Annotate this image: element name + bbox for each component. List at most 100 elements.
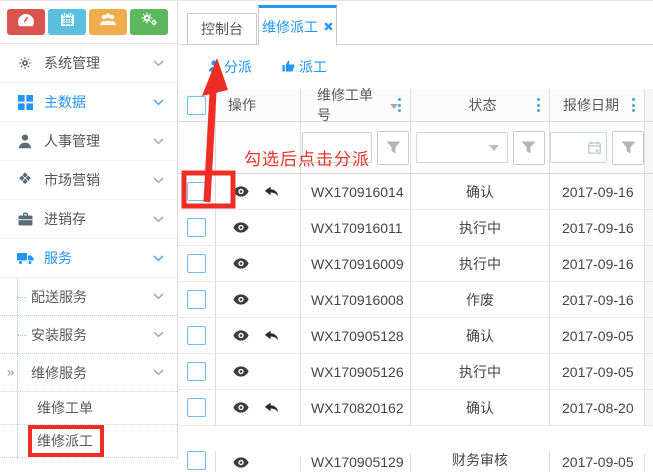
sidebar-item-install-service[interactable]: 安装服务	[0, 316, 177, 354]
filter-button[interactable]	[612, 131, 644, 165]
column-menu-icon[interactable]	[398, 98, 401, 112]
grid-header-row: 操作 维修工单号 状态 报修日期	[178, 89, 653, 122]
sidebar-item-label: 服务	[44, 248, 72, 268]
main-panel: 控制台 维修派工 分派 派工	[178, 1, 653, 459]
sidebar-item-marketing[interactable]: ❖ 市场营销	[0, 161, 177, 200]
table-row: WX170916014 确认 2017-09-16	[178, 174, 653, 210]
chevron-down-icon	[153, 255, 164, 262]
truck-icon	[15, 252, 35, 265]
filter-order-no-cell	[301, 122, 411, 173]
settings-button[interactable]	[130, 9, 168, 35]
sidebar-item-repair-workorder[interactable]: 维修工单	[0, 392, 177, 425]
calendar-button[interactable]	[48, 9, 86, 35]
view-icon[interactable]	[233, 330, 249, 341]
grid-filter-row	[178, 122, 653, 174]
report-date: 2017-09-05	[562, 328, 634, 344]
order-no: WX170916008	[311, 292, 404, 308]
sidebar-item-repair-service[interactable]: » 维修服务	[0, 354, 177, 392]
assign-label: 分派	[224, 57, 252, 77]
tab-bar: 控制台 维修派工	[178, 1, 653, 45]
filter-empty-cell	[178, 122, 216, 173]
sidebar-item-inventory[interactable]: 进销存	[0, 200, 177, 239]
tab-repair-dispatch[interactable]: 维修派工	[258, 5, 337, 46]
view-icon[interactable]	[233, 294, 249, 305]
order-no: WX170916011	[311, 220, 403, 236]
quick-launch-bar	[0, 1, 177, 44]
filter-date-cell	[550, 122, 645, 173]
view-icon[interactable]	[233, 258, 249, 269]
chevron-down-icon	[153, 216, 164, 223]
report-date: 2017-09-05	[562, 454, 634, 470]
sidebar-item-label: 配送服务	[31, 287, 87, 307]
view-icon[interactable]	[233, 186, 249, 197]
app-window: 系统管理 主数据 人事管理 ❖ 市场营销 进销存 服务	[0, 0, 653, 458]
undo-icon[interactable]	[264, 402, 279, 414]
row-checkbox[interactable]	[187, 182, 206, 201]
row-checkbox[interactable]	[187, 290, 206, 309]
view-icon[interactable]	[233, 366, 249, 377]
order-no: WX170820162	[311, 400, 404, 416]
status: 确认	[466, 398, 494, 418]
view-icon[interactable]	[233, 402, 249, 413]
header-report-date[interactable]: 报修日期	[550, 89, 645, 121]
date-filter-input[interactable]	[550, 132, 607, 163]
filter-status-cell	[411, 122, 550, 173]
header-status[interactable]: 状态	[411, 89, 550, 121]
select-all-cell	[178, 89, 216, 121]
column-menu-icon[interactable]	[632, 98, 635, 112]
tab-console[interactable]: 控制台	[187, 13, 257, 45]
row-checkbox[interactable]	[187, 362, 206, 381]
chevron-down-icon	[153, 293, 164, 300]
table-row: WX170905126 执行中 2017-09-05	[178, 354, 653, 390]
sidebar-item-label: 市场营销	[44, 170, 100, 190]
report-date: 2017-09-16	[562, 220, 634, 236]
dropbox-icon: ❖	[15, 172, 35, 188]
chevron-down-icon	[153, 331, 164, 338]
dashboard-button[interactable]	[7, 9, 45, 35]
sidebar: 系统管理 主数据 人事管理 ❖ 市场营销 进销存 服务	[0, 1, 178, 459]
sidebar-item-hr-mgmt[interactable]: 人事管理	[0, 122, 177, 161]
report-date: 2017-09-05	[562, 364, 634, 380]
header-label: 操作	[228, 95, 256, 115]
undo-icon[interactable]	[264, 330, 279, 342]
row-checkbox[interactable]	[187, 326, 206, 345]
assign-button[interactable]: 分派	[208, 57, 252, 77]
dispatch-button[interactable]: 派工	[282, 57, 327, 77]
header-order-no[interactable]: 维修工单号	[301, 89, 411, 121]
row-checkbox[interactable]	[187, 254, 206, 273]
gear-icon	[15, 55, 35, 71]
sidebar-item-system-mgmt[interactable]: 系统管理	[0, 44, 177, 83]
view-icon[interactable]	[233, 222, 249, 233]
status: 确认	[466, 182, 494, 202]
status: 执行中	[459, 218, 501, 238]
column-menu-icon[interactable]	[537, 98, 540, 112]
row-checkbox[interactable]	[187, 398, 206, 417]
filter-button[interactable]	[377, 131, 409, 165]
sidebar-item-master-data[interactable]: 主数据	[0, 83, 177, 122]
tab-label: 维修派工	[262, 17, 318, 37]
tab-label: 控制台	[201, 19, 243, 39]
sidebar-item-label: 系统管理	[44, 53, 100, 73]
filter-empty-cell	[216, 122, 301, 173]
row-checkbox[interactable]	[187, 451, 206, 470]
sidebar-item-service[interactable]: 服务	[0, 239, 177, 278]
sidebar-item-repair-dispatch[interactable]: 维修派工	[0, 425, 177, 458]
sidebar-item-delivery-service[interactable]: 配送服务	[0, 278, 177, 316]
users-button[interactable]	[89, 9, 127, 35]
status-filter-dropdown[interactable]	[416, 132, 508, 163]
filter-button[interactable]	[513, 131, 545, 165]
close-icon[interactable]	[324, 22, 333, 31]
view-icon[interactable]	[233, 457, 249, 468]
select-all-checkbox[interactable]	[187, 96, 206, 115]
sidebar-item-label: 维修工单	[37, 398, 93, 418]
row-checkbox[interactable]	[187, 218, 206, 237]
sidebar-item-label: 主数据	[44, 92, 86, 112]
thumbs-up-icon	[282, 59, 295, 75]
undo-icon[interactable]	[264, 186, 279, 198]
gears-icon	[141, 12, 158, 32]
tree-stub	[17, 335, 27, 336]
table-row: WX170905129 财务审核 2017-09-05	[178, 426, 653, 472]
status: 执行中	[459, 362, 501, 382]
order-no: WX170905129	[311, 454, 404, 470]
order-no-filter-input[interactable]	[302, 132, 372, 163]
